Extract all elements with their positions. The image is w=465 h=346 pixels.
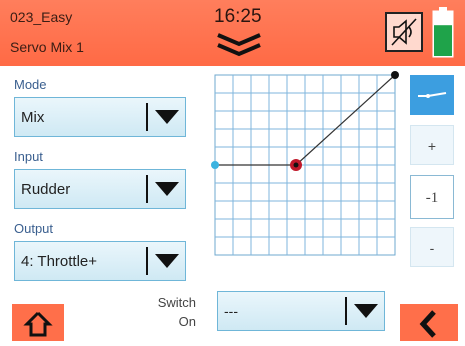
home-icon [23, 311, 53, 337]
divider [345, 297, 347, 325]
switch-dropdown[interactable]: --- [217, 291, 385, 331]
switch-label-line2: On [178, 314, 196, 329]
curve-mode-icon [418, 92, 447, 98]
curve-mode-button[interactable] [410, 75, 454, 115]
header-bar: 023_Easy Servo Mix 1 16:25 [0, 0, 465, 66]
divider [146, 175, 148, 203]
dropdown-arrow-icon [155, 254, 179, 268]
dropdown-arrow-icon [354, 304, 378, 318]
mode-value: Mix [21, 109, 45, 126]
switch-label-line1: Switch [157, 295, 196, 310]
home-button[interactable] [12, 304, 64, 341]
point-value-field[interactable]: -1 [410, 175, 454, 219]
switch-value: --- [224, 303, 238, 319]
screen-title: Servo Mix 1 [10, 39, 84, 55]
output-label: Output [14, 221, 54, 236]
switch-label: Switch On [146, 293, 196, 331]
battery-icon [432, 7, 454, 58]
curve-point-end [391, 71, 399, 79]
curve-graph[interactable] [210, 70, 400, 260]
speaker-muted-icon [391, 18, 417, 46]
back-button[interactable] [400, 304, 458, 341]
mode-dropdown[interactable]: Mix [14, 97, 186, 137]
curve-point-start [211, 161, 219, 169]
input-label: Input [14, 149, 43, 164]
output-dropdown[interactable]: 4: Throttle+ [14, 241, 186, 281]
double-chevron-down-icon[interactable] [214, 32, 264, 58]
decrement-button[interactable]: - [410, 227, 454, 267]
curve-point-active [293, 162, 299, 168]
divider [146, 247, 148, 275]
model-name: 023_Easy [10, 9, 73, 25]
output-value: 4: Throttle+ [21, 253, 98, 270]
dropdown-arrow-icon [155, 182, 179, 196]
input-dropdown[interactable]: Rudder [14, 169, 186, 209]
mute-button[interactable] [385, 12, 423, 52]
dropdown-arrow-icon [155, 110, 179, 124]
increment-button[interactable]: + [410, 125, 454, 165]
mode-label: Mode [14, 77, 47, 92]
divider [146, 103, 148, 131]
back-arrow-icon [419, 310, 436, 338]
input-value: Rudder [21, 181, 71, 198]
clock: 16:25 [214, 6, 262, 27]
